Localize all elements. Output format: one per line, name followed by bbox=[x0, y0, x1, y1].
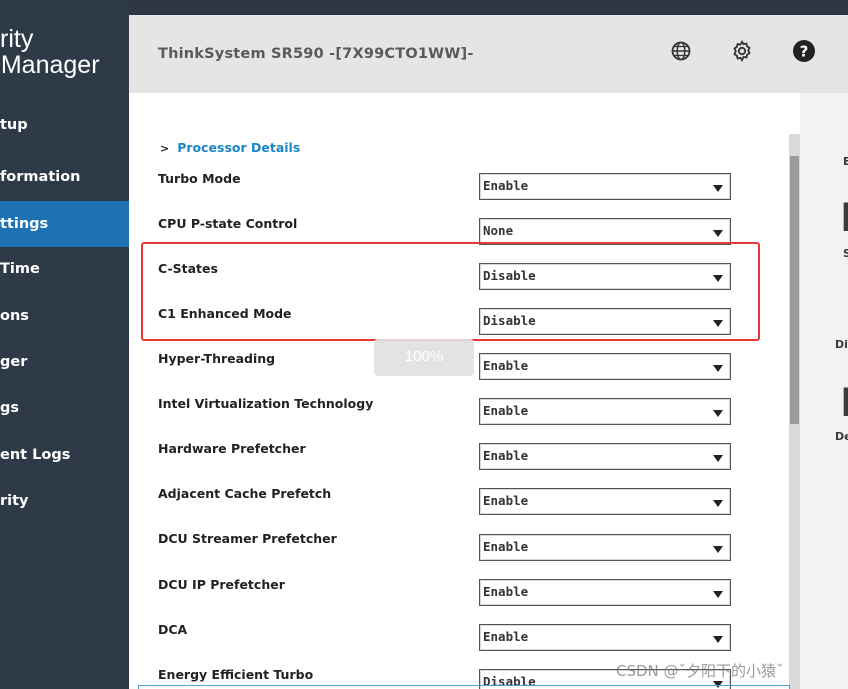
svg-text:?: ? bbox=[800, 43, 809, 61]
action-icon[interactable]: ▌ bbox=[844, 203, 848, 231]
dca-select[interactable]: Enable bbox=[479, 624, 731, 651]
sidebar-item-label: ger bbox=[0, 354, 28, 370]
section-title-label: Processor Details bbox=[177, 140, 301, 155]
chevron-down-icon bbox=[713, 500, 723, 507]
sidebar-item-label: tup bbox=[0, 117, 28, 133]
right-panel-item[interactable]: Di bbox=[835, 338, 848, 351]
main-content: > Processor Details Turbo Mode Enable CPU… bbox=[129, 93, 800, 689]
header-bar: ThinkSystem SR590 -[7X99CTO1WW]- ? bbox=[129, 15, 848, 93]
chevron-down-icon bbox=[713, 591, 723, 598]
help-icon[interactable]: ? bbox=[792, 39, 816, 63]
sidebar-item-options[interactable]: ons bbox=[0, 294, 129, 338]
select-value: Enable bbox=[483, 448, 529, 463]
bottom-focus-outline bbox=[138, 685, 790, 689]
select-value: Enable bbox=[483, 493, 529, 508]
sidebar-item-event-logs[interactable]: ent Logs bbox=[0, 433, 129, 477]
select-value: Enable bbox=[483, 178, 529, 193]
sidebar-item-manager[interactable]: ger bbox=[0, 340, 129, 384]
sidebar-item-time[interactable]: Time bbox=[0, 247, 129, 291]
dcu-ip-select[interactable]: Enable bbox=[479, 579, 731, 606]
adjacent-cache-label: Adjacent Cache Prefetch bbox=[158, 486, 332, 501]
virtualization-label: Intel Virtualization Technology bbox=[158, 396, 374, 411]
adjacent-cache-select[interactable]: Enable bbox=[479, 488, 731, 515]
select-value: Enable bbox=[483, 539, 529, 554]
sidebar-item-label: ons bbox=[0, 308, 29, 324]
sidebar-item-setup[interactable]: tup bbox=[0, 103, 129, 147]
highlight-box bbox=[141, 242, 760, 341]
select-value: Enable bbox=[483, 403, 529, 418]
sidebar: rity g Manager tup formation ttings Time… bbox=[0, 0, 129, 689]
cpu-pstate-select[interactable]: None bbox=[479, 218, 731, 245]
chevron-down-icon bbox=[713, 455, 723, 462]
right-panel-item[interactable]: De bbox=[835, 430, 848, 443]
zoom-indicator: 100% bbox=[374, 339, 474, 376]
sidebar-item-label: gs bbox=[0, 400, 20, 416]
turbo-mode-label: Turbo Mode bbox=[158, 171, 241, 186]
globe-icon[interactable] bbox=[669, 39, 693, 63]
brand-line-2: g Manager bbox=[0, 51, 100, 79]
app-brand: rity g Manager bbox=[0, 26, 100, 78]
hyper-threading-label: Hyper-Threading bbox=[158, 351, 276, 366]
sidebar-item-settings[interactable]: ttings bbox=[0, 201, 129, 247]
page-title: ThinkSystem SR590 -[7X99CTO1WW]- bbox=[158, 46, 474, 62]
breadcrumb-chevron-icon: > bbox=[160, 142, 170, 155]
right-action-panel: ↓ E ▌ S ↓ Di ▌ De bbox=[800, 93, 848, 689]
sidebar-item-label: ttings bbox=[0, 216, 49, 232]
chevron-down-icon bbox=[713, 636, 723, 643]
gear-icon[interactable] bbox=[730, 39, 754, 63]
dcu-ip-label: DCU IP Prefetcher bbox=[158, 577, 285, 592]
chevron-down-icon bbox=[713, 365, 723, 372]
hardware-prefetcher-label: Hardware Prefetcher bbox=[158, 441, 306, 456]
select-value: Enable bbox=[483, 584, 529, 599]
hyper-threading-select[interactable]: Enable bbox=[479, 353, 731, 380]
right-panel-item[interactable]: S bbox=[843, 247, 848, 260]
sidebar-item-security[interactable]: rity bbox=[0, 479, 129, 523]
turbo-mode-select[interactable]: Enable bbox=[479, 173, 731, 200]
sidebar-item-settings-2[interactable]: gs bbox=[0, 386, 129, 430]
select-value: Enable bbox=[483, 358, 529, 373]
action-icon[interactable]: ▌ bbox=[844, 388, 848, 416]
sidebar-item-label: formation bbox=[0, 169, 81, 185]
brand-line-1: rity bbox=[0, 25, 34, 53]
sidebar-item-label: ent Logs bbox=[0, 447, 71, 463]
watermark: CSDN @ˇ夕阳下的小猿ˇ bbox=[616, 662, 784, 680]
sidebar-item-label: rity bbox=[0, 493, 29, 509]
hardware-prefetcher-select[interactable]: Enable bbox=[479, 443, 731, 470]
sidebar-item-information[interactable]: formation bbox=[0, 155, 129, 199]
chevron-down-icon bbox=[713, 410, 723, 417]
virtualization-select[interactable]: Enable bbox=[479, 398, 731, 425]
cpu-pstate-label: CPU P-state Control bbox=[158, 216, 298, 231]
energy-turbo-label: Energy Efficient Turbo bbox=[158, 667, 314, 682]
dca-label: DCA bbox=[158, 622, 188, 637]
chevron-down-icon bbox=[713, 230, 723, 237]
scrollbar-thumb[interactable] bbox=[790, 156, 799, 424]
dcu-streamer-select[interactable]: Enable bbox=[479, 534, 731, 561]
chevron-down-icon bbox=[713, 546, 723, 553]
select-value: None bbox=[483, 223, 514, 238]
chevron-down-icon bbox=[713, 185, 723, 192]
right-panel-item[interactable]: E bbox=[843, 155, 848, 168]
dcu-streamer-label: DCU Streamer Prefetcher bbox=[158, 531, 337, 546]
sidebar-item-label: Time bbox=[0, 261, 40, 277]
section-title[interactable]: > Processor Details bbox=[160, 140, 300, 155]
select-value: Enable bbox=[483, 629, 529, 644]
